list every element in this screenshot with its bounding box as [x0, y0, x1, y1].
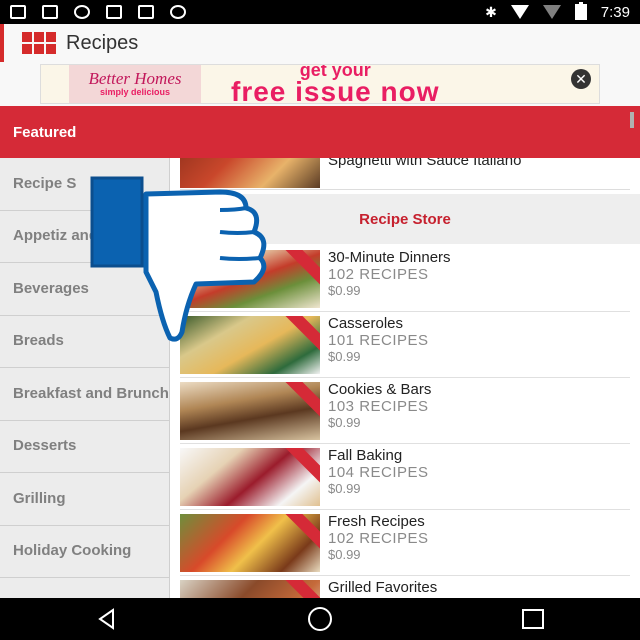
sidebar-item-label: Breads — [13, 332, 64, 350]
ad-banner[interactable]: Better Homes simply delicious get your f… — [40, 64, 600, 104]
back-icon — [97, 608, 114, 630]
badge-ribbon — [281, 448, 320, 485]
sidebar-item-label: Grilling — [13, 489, 66, 507]
collection-price: $0.99 — [328, 547, 361, 562]
badge-ribbon — [281, 250, 320, 287]
sidebar-item-breads[interactable]: Breads — [0, 316, 169, 368]
badge-ribbon — [281, 514, 320, 551]
battery-icon — [574, 2, 587, 20]
scroll-indicator — [630, 112, 634, 128]
collection-title: Fall Baking — [328, 447, 403, 464]
badge-ribbon — [281, 382, 320, 419]
collection-price: $0.99 — [328, 349, 361, 364]
collection-count: 103 RECIPES — [328, 398, 429, 415]
sidebar-item-label: Desserts — [13, 437, 77, 455]
list-item[interactable]: Grilled Favorites — [180, 576, 630, 598]
sidebar-item-grilling[interactable]: Grilling — [0, 473, 169, 526]
recipe-content: Spaghetti with Sauce Italiano Recipe Sto… — [170, 158, 640, 598]
recipe-collection-list: 30-Minute Dinners 102 RECIPES $0.99 Cass… — [180, 246, 630, 598]
recipe-thumbnail — [180, 514, 320, 572]
sidebar-item-label: Holiday Cooking — [13, 542, 132, 560]
collection-title: Casseroles — [328, 315, 404, 332]
recipe-thumbnail — [180, 382, 320, 440]
recipe-thumbnail — [180, 448, 320, 506]
home-button[interactable] — [295, 604, 345, 634]
sidebar-item-desserts[interactable]: Desserts — [0, 421, 169, 473]
list-item[interactable]: 30-Minute Dinners 102 RECIPES $0.99 — [180, 246, 630, 312]
recipe-store-header[interactable]: Recipe Store — [170, 194, 640, 244]
recipe-thumbnail — [180, 316, 320, 374]
collection-title: Cookies & Bars — [328, 381, 432, 398]
sidebar-item-label: Breakfast and Brunch — [13, 384, 169, 402]
home-icon — [307, 607, 332, 631]
magazine-cover-image: Better Homes simply delicious — [69, 65, 201, 103]
ad-area: Better Homes simply delicious get your f… — [0, 62, 640, 106]
collection-count: 104 RECIPES — [328, 464, 429, 481]
recipe-title: Spaghetti with Sauce Italiano — [328, 158, 522, 169]
collection-count: 102 RECIPES — [328, 266, 429, 283]
recipe-thumbnail — [180, 158, 320, 188]
sidebar-item-breakfast[interactable]: Breakfast and Brunch — [0, 368, 169, 421]
ad-close-icon[interactable]: ✕ — [571, 69, 591, 89]
info-icon — [74, 5, 90, 19]
tools-icon — [138, 5, 154, 19]
lock-icon — [106, 5, 122, 19]
recents-icon — [522, 609, 545, 629]
sidebar-item-beverages[interactable]: Beverages — [0, 263, 169, 316]
app-bar: Recipes — [0, 24, 640, 62]
sidebar-item-label: Beverages — [13, 279, 89, 297]
status-bar: ✱ 7:39 — [0, 0, 640, 24]
back-button[interactable] — [82, 604, 132, 634]
ad-magazine-brand: Better Homes — [88, 69, 182, 88]
list-item[interactable]: Spaghetti with Sauce Italiano — [180, 158, 630, 190]
collection-count: 101 RECIPES — [328, 332, 429, 349]
sidebar-item-holiday[interactable]: Holiday Cooking — [0, 526, 169, 578]
recipe-thumbnail — [180, 250, 320, 308]
app-logo-icon[interactable] — [22, 32, 56, 54]
facebook-icon — [10, 5, 26, 19]
featured-tab[interactable]: Featured — [0, 106, 640, 158]
badge-ribbon — [281, 580, 320, 598]
sidebar-item-appetizers[interactable]: Appetiz and Sna — [0, 211, 169, 263]
bluetooth-icon: ✱ — [485, 3, 497, 20]
list-item[interactable]: Fresh Recipes 102 RECIPES $0.99 — [180, 510, 630, 576]
sidebar-item-label: Appetiz and Sna — [13, 227, 130, 245]
recents-button[interactable] — [508, 604, 558, 634]
list-item[interactable]: Cookies & Bars 103 RECIPES $0.99 — [180, 378, 630, 444]
list-item[interactable]: Casseroles 101 RECIPES $0.99 — [180, 312, 630, 378]
collection-title: 30-Minute Dinners — [328, 249, 451, 266]
collection-count: 102 RECIPES — [328, 530, 429, 547]
list-item[interactable]: Fall Baking 104 RECIPES $0.99 — [180, 444, 630, 510]
badge-ribbon — [281, 316, 320, 353]
collection-price: $0.99 — [328, 415, 361, 430]
ad-magazine-subtitle: simply delicious — [99, 87, 171, 97]
featured-label: Featured — [13, 123, 77, 141]
system-navigation-bar — [0, 598, 640, 640]
status-time: 7:39 — [600, 3, 630, 21]
collection-price: $0.99 — [328, 283, 361, 298]
sidebar-item-label: Recipe S — [13, 174, 77, 192]
android-icon — [170, 5, 186, 19]
signal-icon — [542, 5, 561, 19]
recipe-store-label: Recipe Store — [359, 210, 451, 228]
category-sidebar: Recipe S Appetiz and Sna Beverages Bread… — [0, 158, 170, 598]
image-icon — [42, 5, 58, 19]
collection-title: Fresh Recipes — [328, 513, 425, 530]
collection-title: Grilled Favorites — [328, 579, 438, 596]
collection-price: $0.99 — [328, 481, 361, 496]
ad-headline-main: free issue now — [231, 76, 440, 104]
recipe-thumbnail — [180, 580, 320, 598]
app-title: Recipes — [66, 31, 139, 54]
wifi-icon — [510, 5, 529, 19]
sidebar-item-recipe-store[interactable]: Recipe S — [0, 158, 169, 211]
